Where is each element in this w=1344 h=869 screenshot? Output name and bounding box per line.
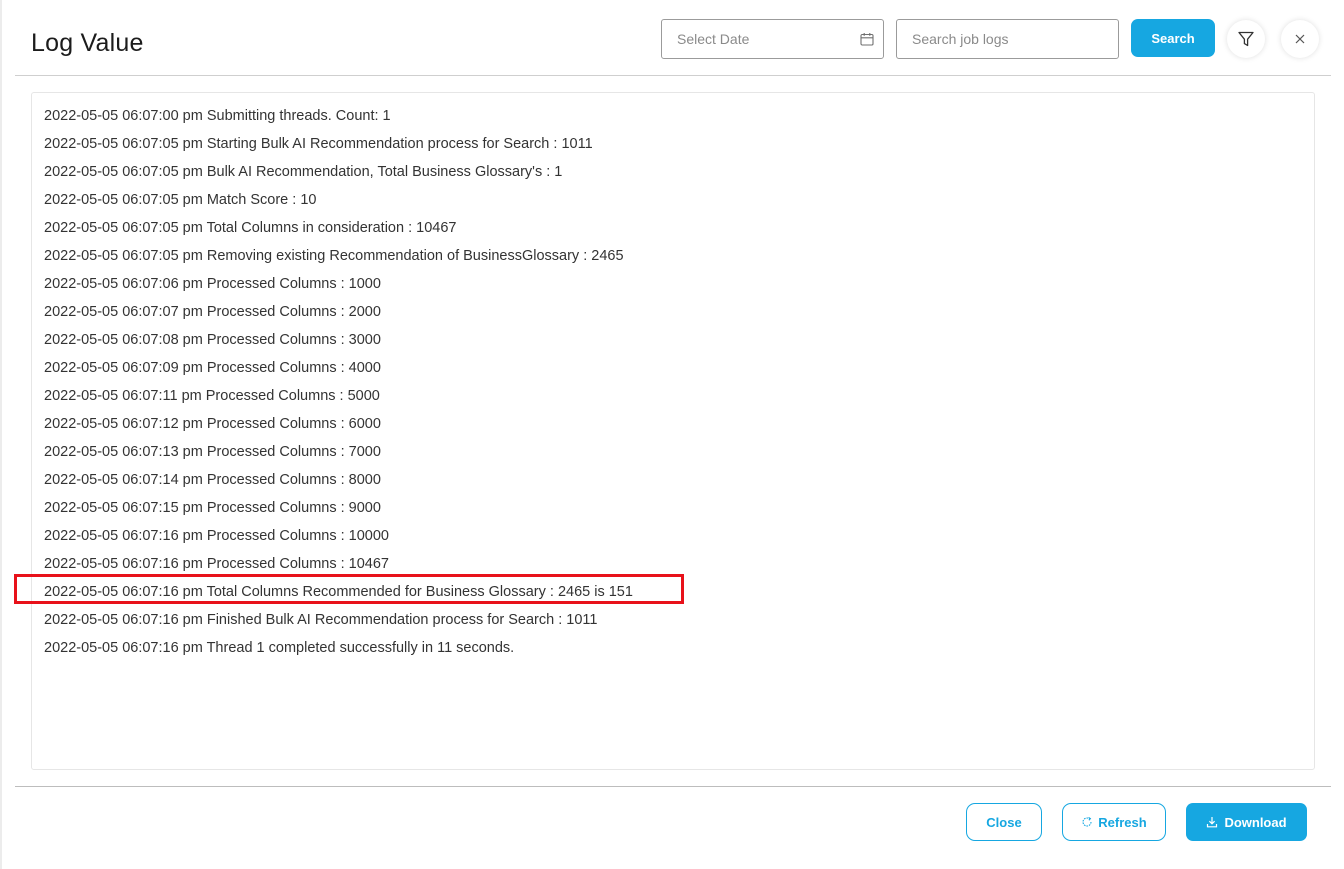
date-picker-placeholder: Select Date (677, 31, 750, 47)
background-page-edge (0, 0, 2, 869)
modal-header: Log Value Select Date Search (15, 0, 1331, 76)
search-job-logs-input[interactable] (896, 19, 1119, 59)
filter-icon (1238, 31, 1254, 47)
log-line: 2022-05-05 06:07:12 pm Processed Columns… (44, 416, 381, 432)
log-line: 2022-05-05 06:07:07 pm Processed Columns… (44, 304, 381, 320)
close-modal-button[interactable] (1281, 20, 1319, 58)
log-value-modal: Log Value Select Date Search job logs Se… (15, 0, 1331, 869)
search-button[interactable]: Search (1131, 19, 1215, 57)
date-picker[interactable]: Select Date (661, 19, 884, 59)
log-line: 2022-05-05 06:07:09 pm Processed Columns… (44, 360, 381, 376)
log-line: 2022-05-05 06:07:05 pm Total Columns in … (44, 220, 457, 236)
refresh-button[interactable]: Refresh (1062, 803, 1166, 841)
close-icon (1295, 34, 1305, 44)
log-line: 2022-05-05 06:07:15 pm Processed Columns… (44, 500, 381, 516)
refresh-button-label: Refresh (1098, 814, 1147, 830)
log-line: 2022-05-05 06:07:05 pm Bulk AI Recommend… (44, 164, 563, 180)
log-line: 2022-05-05 06:07:00 pm Submitting thread… (44, 108, 391, 124)
log-panel[interactable]: 2022-05-05 06:07:00 pm Submitting thread… (31, 92, 1315, 770)
log-line: 2022-05-05 06:07:13 pm Processed Columns… (44, 444, 381, 460)
log-line: 2022-05-05 06:07:05 pm Match Score : 10 (44, 192, 317, 208)
log-line: 2022-05-05 06:07:16 pm Thread 1 complete… (44, 640, 515, 656)
close-button[interactable]: Close (966, 803, 1042, 841)
download-icon (1207, 817, 1218, 828)
log-line: 2022-05-05 06:07:16 pm Processed Columns… (44, 528, 389, 544)
download-button[interactable]: Download (1186, 803, 1307, 841)
calendar-icon (860, 33, 874, 46)
filter-button[interactable] (1227, 20, 1265, 58)
modal-footer: Close Refresh Download (15, 786, 1331, 869)
log-line: 2022-05-05 06:07:11 pm Processed Columns… (44, 388, 380, 404)
close-button-label: Close (986, 814, 1022, 830)
log-line: 2022-05-05 06:07:14 pm Processed Columns… (44, 472, 381, 488)
log-line-highlighted: 2022-05-05 06:07:16 pm Total Columns Rec… (44, 584, 633, 600)
download-button-label: Download (1224, 814, 1287, 830)
log-lines: 2022-05-05 06:07:00 pm Submitting thread… (44, 104, 633, 664)
log-line: 2022-05-05 06:07:16 pm Processed Columns… (44, 556, 389, 572)
log-line: 2022-05-05 06:07:16 pm Finished Bulk AI … (44, 612, 598, 628)
modal-title: Log Value (31, 29, 144, 57)
log-line: 2022-05-05 06:07:08 pm Processed Columns… (44, 332, 381, 348)
log-line: 2022-05-05 06:07:05 pm Starting Bulk AI … (44, 136, 593, 152)
refresh-icon (1082, 816, 1092, 827)
log-line: 2022-05-05 06:07:05 pm Removing existing… (44, 248, 624, 264)
log-line: 2022-05-05 06:07:06 pm Processed Columns… (44, 276, 381, 292)
background-page-edge-right (1330, 0, 1344, 869)
